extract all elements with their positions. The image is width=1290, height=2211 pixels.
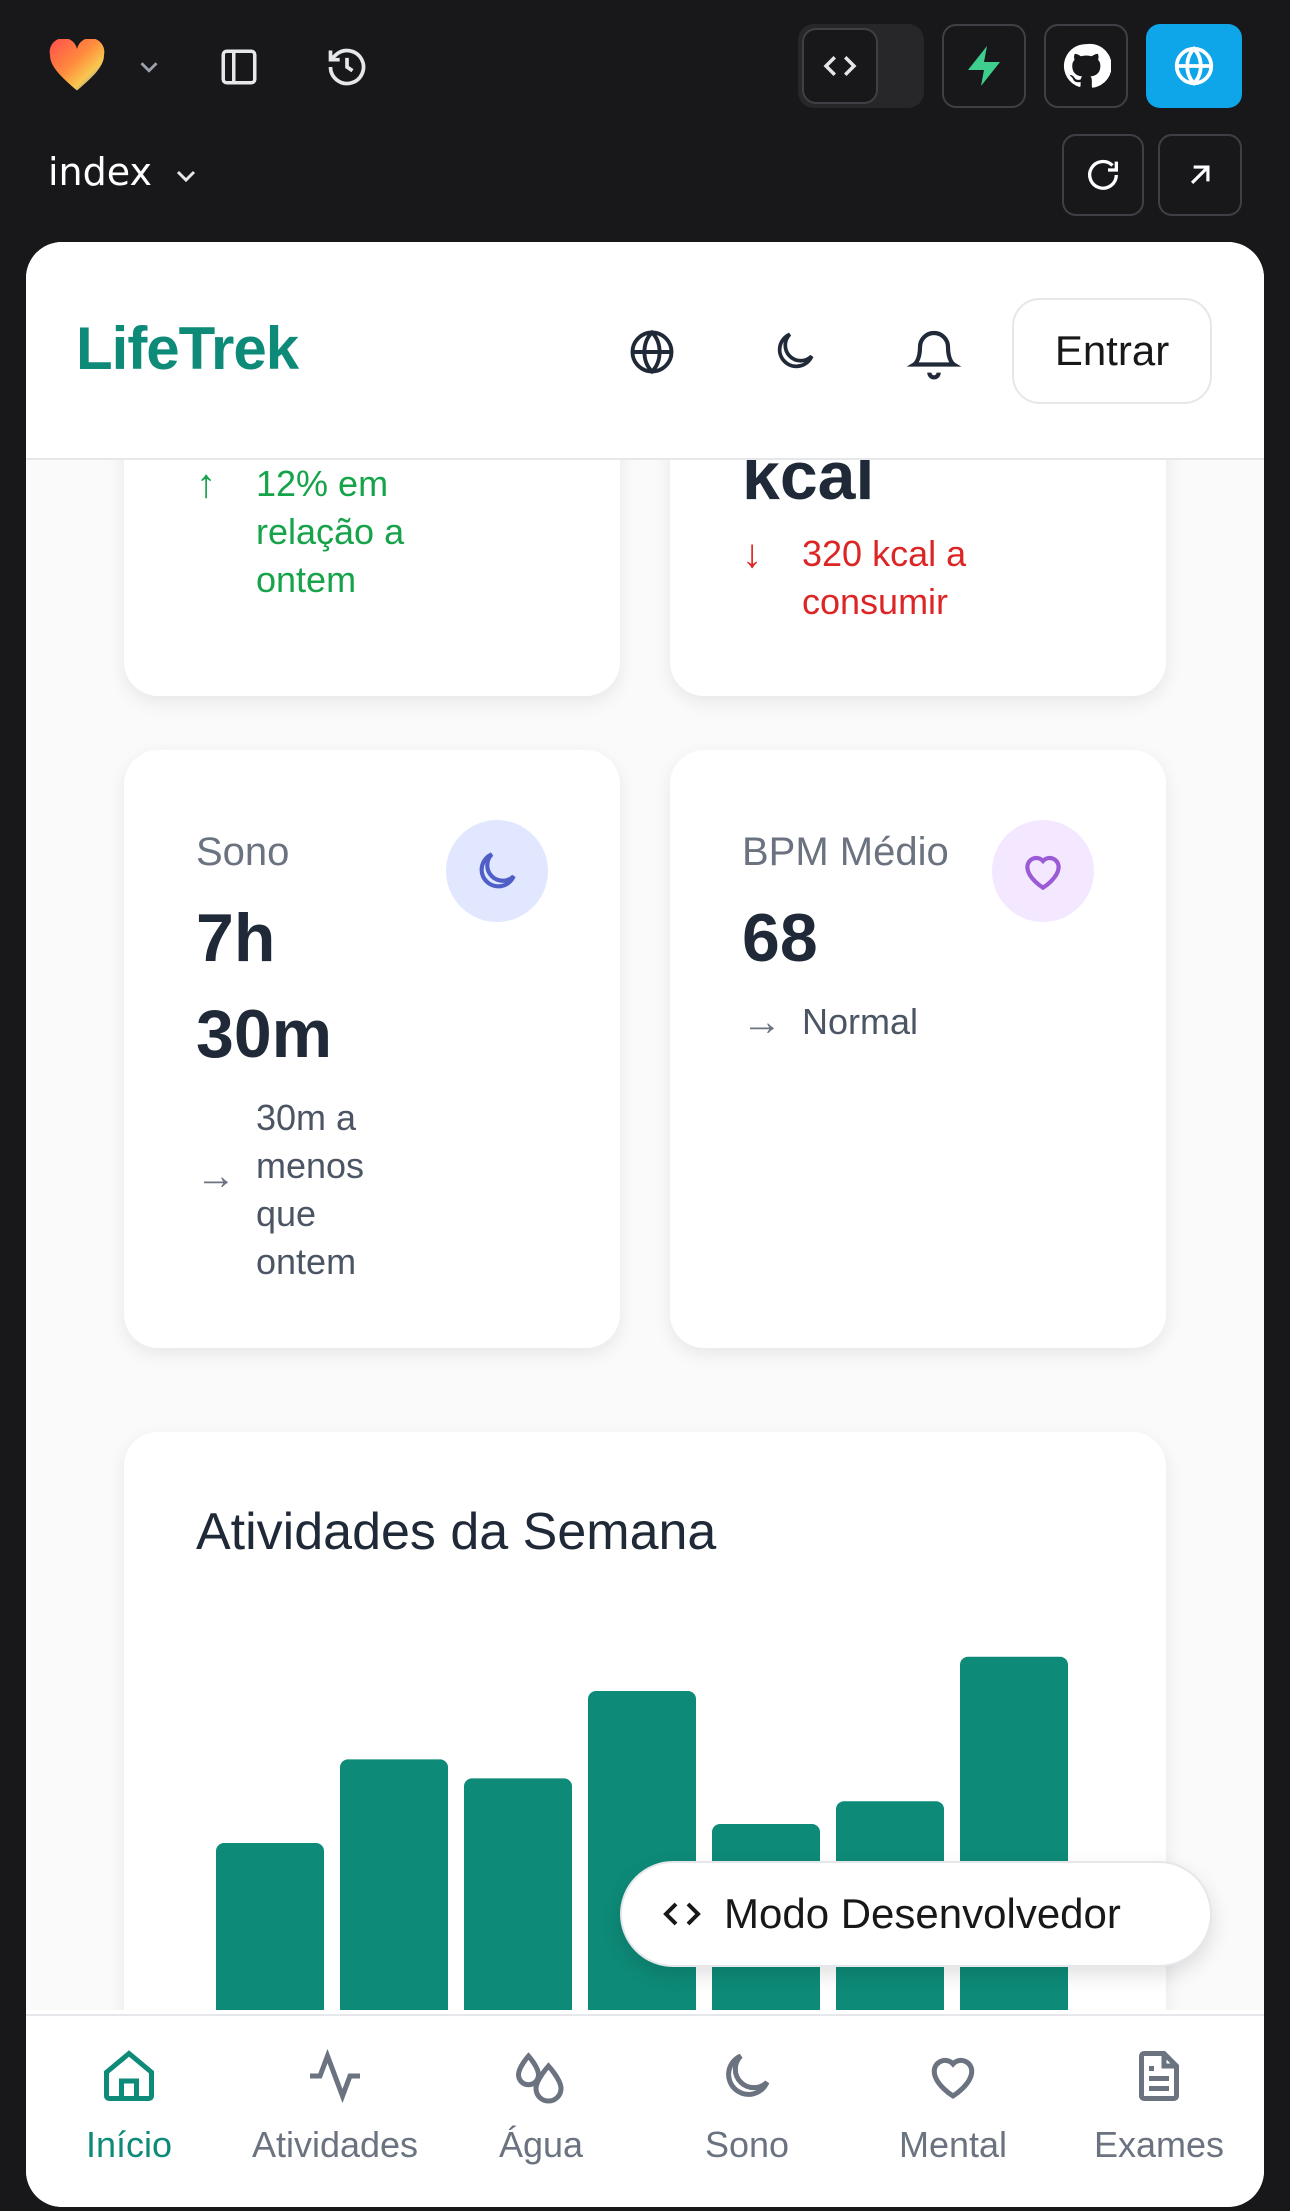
app-header: LifeTrek Entrar bbox=[26, 242, 1264, 460]
refresh-button[interactable] bbox=[1062, 134, 1144, 216]
nav-item-inicio[interactable]: Início bbox=[26, 2046, 232, 2166]
nav-label: Início bbox=[85, 2124, 173, 2165]
supabase-button[interactable] bbox=[942, 24, 1026, 108]
steps-trend-text: 12% em relação a ontem bbox=[256, 463, 405, 600]
bpm-trend-text: Normal bbox=[802, 1001, 919, 1042]
calories-trend-text: 320 kcal a consumir bbox=[802, 533, 967, 622]
nav-label: Água bbox=[498, 2124, 584, 2165]
history-icon[interactable] bbox=[322, 42, 372, 92]
refresh-icon bbox=[1083, 155, 1123, 195]
notifications-bell-icon[interactable] bbox=[906, 326, 962, 380]
heart-icon bbox=[923, 2046, 983, 2106]
moon-icon bbox=[446, 820, 548, 922]
code-view-toggle[interactable] bbox=[798, 24, 924, 108]
file-text-icon bbox=[1129, 2046, 1189, 2106]
bpm-card: BPM Médio 68 → Normal bbox=[670, 750, 1166, 1348]
droplets-icon bbox=[511, 2046, 571, 2106]
arrow-right-icon: → bbox=[196, 1154, 236, 1198]
activity-icon bbox=[305, 2046, 365, 2106]
developer-mode-label: Modo Desenvolvedor bbox=[724, 1890, 1121, 1937]
heart-logo-icon[interactable] bbox=[44, 38, 110, 94]
language-icon[interactable] bbox=[626, 326, 678, 378]
bpm-trend: → Normal bbox=[742, 998, 1122, 1046]
nav-item-exames[interactable]: Exames bbox=[1056, 2046, 1262, 2166]
publish-button[interactable] bbox=[1146, 24, 1242, 108]
chevron-down-icon[interactable] bbox=[132, 50, 166, 84]
sidebar-icon[interactable] bbox=[214, 42, 264, 92]
arrow-down-icon: ↓ bbox=[742, 532, 762, 576]
dark-mode-icon[interactable] bbox=[770, 326, 822, 378]
calories-card: kcal ↓ 320 kcal a consumir bbox=[670, 460, 1166, 696]
bpm-value: 68 bbox=[742, 900, 818, 976]
editor-toolbar: index bbox=[0, 0, 1290, 242]
chart-bar[interactable] bbox=[340, 1759, 448, 2010]
sleep-label: Sono bbox=[196, 830, 290, 874]
sleep-hours: 7h bbox=[196, 900, 276, 976]
nav-item-agua[interactable]: Água bbox=[438, 2046, 644, 2166]
github-icon bbox=[1061, 41, 1111, 91]
page-selector[interactable]: index bbox=[48, 150, 152, 194]
nav-item-mental[interactable]: Mental bbox=[850, 2046, 1056, 2166]
chart-bar[interactable] bbox=[216, 1843, 324, 2010]
nav-label: Sono bbox=[704, 2124, 790, 2165]
sleep-card: Sono 7h 30m → 30m a menos que ontem bbox=[124, 750, 620, 1348]
moon-icon bbox=[717, 2046, 777, 2106]
open-external-button[interactable] bbox=[1158, 134, 1242, 216]
brand-logo[interactable]: LifeTrek bbox=[76, 314, 299, 383]
developer-mode-button[interactable]: Modo Desenvolvedor bbox=[620, 1861, 1212, 1967]
code-icon bbox=[802, 28, 878, 104]
steps-trend: ↑ 12% em relação a ontem bbox=[196, 460, 576, 604]
arrow-up-icon: ↑ bbox=[196, 462, 216, 506]
app-preview-frame: LifeTrek Entrar ↑ 12% em relação a ontem… bbox=[26, 242, 1264, 2207]
sleep-minutes: 30m bbox=[196, 996, 333, 1072]
nav-item-atividades[interactable]: Atividades bbox=[232, 2046, 438, 2166]
page-selector-chevron-icon[interactable] bbox=[168, 158, 204, 194]
heart-icon bbox=[992, 820, 1094, 922]
nav-label: Exames bbox=[1093, 2124, 1225, 2165]
sleep-trend: → 30m a menos que ontem bbox=[196, 1094, 576, 1286]
login-button[interactable]: Entrar bbox=[1012, 298, 1212, 404]
bpm-label: BPM Médio bbox=[742, 830, 949, 874]
arrow-right-icon: → bbox=[742, 1000, 782, 1044]
sleep-trend-text: 30m a menos que ontem bbox=[256, 1097, 365, 1282]
page-selector-label: index bbox=[48, 150, 152, 194]
dashboard-content: ↑ 12% em relação a ontem kcal ↓ 320 kcal… bbox=[26, 460, 1264, 2010]
calories-unit: kcal bbox=[742, 460, 875, 514]
nav-label: Atividades bbox=[251, 2124, 419, 2165]
nav-item-sono[interactable]: Sono bbox=[644, 2046, 850, 2166]
steps-card: ↑ 12% em relação a ontem bbox=[124, 460, 620, 696]
globe-icon bbox=[1171, 43, 1217, 89]
github-button[interactable] bbox=[1044, 24, 1128, 108]
bottom-navigation: Início Atividades Água Sono Mental Exame… bbox=[26, 2014, 1264, 2207]
code-icon bbox=[658, 1890, 706, 1938]
chart-bar[interactable] bbox=[464, 1778, 572, 2010]
nav-label: Mental bbox=[898, 2124, 1008, 2165]
home-icon bbox=[99, 2046, 159, 2106]
calories-trend: ↓ 320 kcal a consumir bbox=[742, 530, 1122, 626]
supabase-icon bbox=[960, 42, 1008, 90]
external-link-icon bbox=[1181, 156, 1219, 194]
